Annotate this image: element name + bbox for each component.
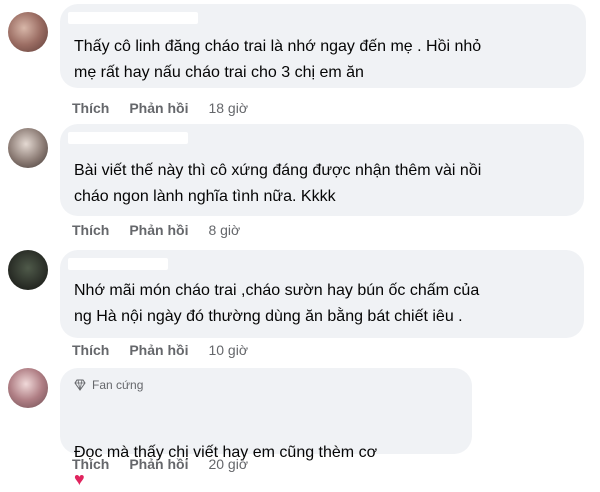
fan-badge-label: Fan cứng — [92, 378, 144, 392]
comment-text: Thấy cô linh đăng cháo trai là nhớ ngay … — [74, 38, 482, 81]
avatar[interactable] — [8, 368, 48, 408]
comment-text: Đọc mà thấy chị viết hay em cũng thèm cơ… — [74, 414, 377, 492]
timestamp[interactable]: 8 giờ — [208, 222, 240, 238]
comment-bubble: Nhớ mãi món cháo trai ,cháo sườn hay bún… — [60, 250, 584, 338]
reply-button[interactable]: Phản hồi — [129, 100, 188, 116]
comment-bubble: Fan cứng Đọc mà thấy chị viết hay em cũn… — [60, 368, 472, 489]
comment-actions: Thích Phản hồi 8 giờ — [72, 222, 260, 238]
comment-bubble: Thấy cô linh đăng cháo trai là nhớ ngay … — [60, 4, 586, 88]
reply-button[interactable]: Phản hồi — [129, 342, 188, 358]
fan-badge[interactable]: Fan cứng — [74, 378, 143, 392]
comment-actions: Thích Phản hồi 20 giờ — [72, 456, 268, 472]
like-button[interactable]: Thích — [72, 222, 109, 238]
diamond-icon — [74, 379, 86, 391]
like-button[interactable]: Thích — [72, 456, 109, 472]
comment-bubble: Bài viết thế này thì cô xứng đáng được n… — [60, 124, 584, 216]
timestamp[interactable]: 20 giờ — [208, 456, 248, 472]
avatar[interactable] — [8, 12, 48, 52]
comment-actions: Thích Phản hồi 18 giờ — [72, 100, 268, 116]
comment-text: Nhớ mãi món cháo trai ,cháo sườn hay bún… — [74, 282, 480, 325]
author-name-redacted[interactable] — [68, 132, 188, 144]
like-button[interactable]: Thích — [72, 342, 109, 358]
reply-button[interactable]: Phản hồi — [129, 222, 188, 238]
author-name-redacted[interactable] — [68, 12, 198, 24]
comment-actions: Thích Phản hồi 10 giờ — [72, 342, 268, 358]
avatar[interactable] — [8, 128, 48, 168]
author-name-redacted[interactable] — [68, 258, 168, 270]
timestamp[interactable]: 18 giờ — [208, 100, 248, 116]
timestamp[interactable]: 10 giờ — [208, 342, 248, 358]
like-button[interactable]: Thích — [72, 100, 109, 116]
avatar[interactable] — [8, 250, 48, 290]
reply-button[interactable]: Phản hồi — [129, 456, 188, 472]
comment-text: Bài viết thế này thì cô xứng đáng được n… — [74, 162, 482, 205]
heart-icon: ♥ — [74, 469, 85, 489]
